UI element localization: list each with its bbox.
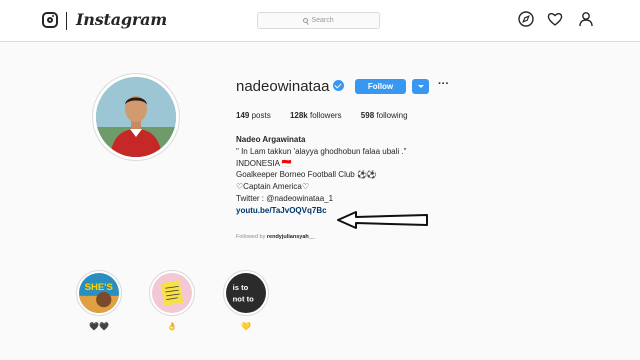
posts-count: 149 (236, 111, 250, 120)
top-navigation-bar: Instagram Search (0, 0, 640, 42)
highlight-label: 💛 (241, 322, 251, 331)
profile-full-name: Nadeo Argawinata (236, 135, 306, 144)
search-placeholder: Search (311, 17, 334, 24)
explore-compass-icon[interactable] (518, 11, 534, 27)
search-input[interactable]: Search (257, 12, 380, 29)
bio-line: Twitter : @nadeowinataa_1 (236, 193, 334, 203)
following-label: following (376, 111, 408, 120)
highlight-label: 👌 (167, 322, 177, 331)
story-highlight[interactable]: SHE'S (76, 270, 122, 316)
instagram-wordmark[interactable]: Instagram (76, 10, 167, 29)
more-options-icon[interactable]: ··· (438, 79, 449, 90)
following-stat[interactable]: 598 following (361, 111, 408, 120)
browser-viewport: Instagram Search nadeowinataa Follow ···… (0, 0, 640, 360)
profile-avatar[interactable] (92, 73, 180, 161)
bio-line: ♡Captain America♡ (236, 182, 310, 192)
highlight-cover-text-line2: not to (233, 295, 254, 304)
followed-by-user[interactable]: rendyjuliansyah__ (267, 234, 315, 240)
followers-label: followers (309, 111, 342, 120)
activity-heart-icon[interactable] (547, 11, 563, 27)
highlight-label: 🖤🖤 (89, 322, 109, 331)
verified-badge-icon (333, 80, 344, 91)
bio-line: INDONESIA 🇮🇩 (236, 158, 292, 168)
followed-by: Followed by rendyjuliansyah__ (236, 234, 315, 240)
posts-label: posts (251, 111, 271, 120)
suggested-dropdown-button[interactable] (412, 79, 429, 94)
profile-stats: 149 posts 128k followers 598 following (236, 111, 425, 120)
followers-stat[interactable]: 128k followers (290, 111, 342, 120)
follow-button[interactable]: Follow (355, 79, 406, 94)
followed-by-prefix: Followed by (236, 234, 266, 240)
annotation-arrow (337, 211, 428, 229)
profile-bio: Nadeo Argawinata " In Lam takkun 'alayya… (236, 134, 406, 217)
profile-photo (96, 77, 176, 157)
highlight-cover (152, 273, 192, 313)
highlight-cover: is to not to (226, 273, 266, 313)
instagram-camera-icon[interactable] (42, 12, 58, 28)
posts-stat: 149 posts (236, 111, 271, 120)
following-count: 598 (360, 111, 375, 120)
profile-person-icon[interactable] (578, 11, 594, 27)
search-icon (303, 18, 309, 23)
highlight-cover-text: SHE'S (85, 282, 113, 293)
profile-username: nadeowinataa (236, 78, 330, 95)
followers-count: 128k (289, 111, 308, 120)
bio-line: " In Lam takkun 'alayya ghodhobun falaa … (236, 146, 407, 156)
story-highlight[interactable] (149, 270, 195, 316)
highlight-cover-text-line1: is to (233, 283, 249, 292)
logo-divider (66, 12, 67, 30)
story-highlight[interactable]: is to not to (223, 270, 269, 316)
highlight-cover: SHE'S (79, 273, 119, 313)
bio-line: Goalkeeper Borneo Football Club ⚽⚽ (236, 170, 377, 180)
